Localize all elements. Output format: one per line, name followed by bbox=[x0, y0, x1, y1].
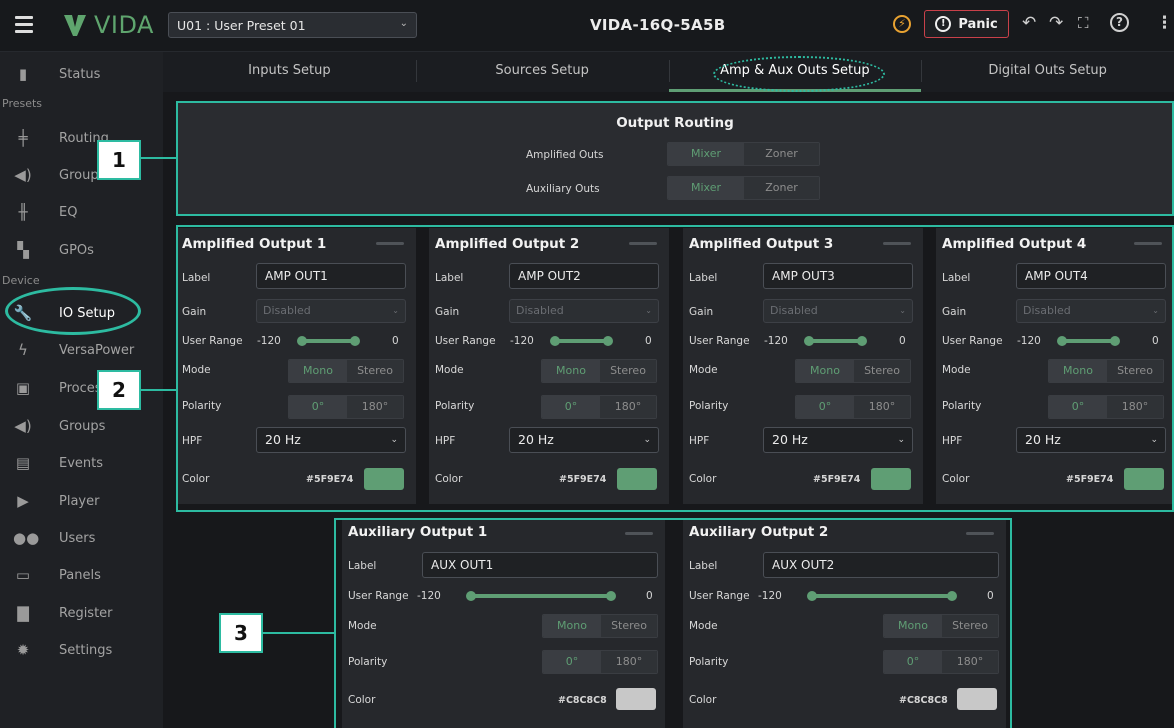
callout-box-2 bbox=[176, 225, 1174, 512]
speaker-icon: ◀) bbox=[14, 417, 32, 435]
speaker-icon: ◀) bbox=[14, 166, 32, 184]
callout-box-1 bbox=[176, 101, 1174, 216]
callout-ellipse-tab bbox=[713, 56, 885, 92]
users-icon: ●● bbox=[13, 529, 40, 547]
sidebar-item-label: Panels bbox=[59, 567, 101, 583]
calendar-icon: ▤ bbox=[15, 454, 31, 472]
sidebar-item-label: GPOs bbox=[59, 242, 94, 258]
sliders-icon: ╫ bbox=[18, 203, 28, 221]
sidebar-item-events[interactable]: ▤ Events bbox=[0, 445, 163, 481]
menu-icon[interactable] bbox=[15, 16, 33, 33]
callout-number-2: 2 bbox=[97, 370, 141, 410]
callout-number-3: 3 bbox=[219, 613, 263, 653]
signpost-icon: ╪ bbox=[18, 129, 28, 147]
lightning-icon: ϟ bbox=[18, 341, 28, 359]
top-bar: VIDA U01 : User Preset 01 ⌄ VIDA-16Q-5A5… bbox=[0, 0, 1174, 52]
sidebar-item-panels[interactable]: ▭ Panels bbox=[0, 557, 163, 593]
callout-ellipse-io-setup bbox=[5, 287, 141, 335]
sidebar-item-label: Register bbox=[59, 605, 113, 621]
sidebar-item-label: Player bbox=[59, 493, 100, 509]
sidebar-item-groups[interactable]: ◀) Groups bbox=[0, 408, 163, 444]
callout-connector-2 bbox=[141, 389, 176, 391]
brand-name: VIDA bbox=[94, 11, 154, 39]
sidebar-item-label: Status bbox=[59, 66, 101, 82]
chevron-down-icon: ⌄ bbox=[399, 18, 408, 29]
preset-select[interactable]: U01 : User Preset 01 ⌄ bbox=[168, 12, 417, 38]
help-icon[interactable]: ? bbox=[1110, 13, 1129, 32]
callout-number-1: 1 bbox=[97, 140, 141, 180]
gear-icon: ✹ bbox=[16, 641, 30, 659]
fullscreen-icon[interactable]: ⛶ bbox=[1078, 14, 1089, 32]
sidebar-item-settings[interactable]: ✹ Settings bbox=[0, 632, 163, 668]
tab-inputs-setup[interactable]: Inputs Setup bbox=[163, 52, 416, 92]
sidebar-section-device: Device bbox=[2, 274, 40, 287]
sidebar-item-label: EQ bbox=[59, 204, 78, 220]
callout-connector-3 bbox=[263, 632, 334, 634]
gpo-icon: ▚ bbox=[17, 241, 29, 259]
callout-connector-1 bbox=[141, 157, 176, 159]
vida-logo: VIDA bbox=[62, 10, 154, 40]
callout-box-3 bbox=[334, 518, 1012, 728]
sidebar-item-status[interactable]: ▮ Status bbox=[0, 56, 163, 92]
alert-icon: ! bbox=[935, 16, 952, 32]
device-name: VIDA-16Q-5A5B bbox=[590, 16, 726, 34]
app-window: VIDA U01 : User Preset 01 ⌄ VIDA-16Q-5A5… bbox=[0, 0, 1174, 728]
logo-mark-icon bbox=[62, 12, 88, 38]
undo-icon[interactable]: ↶ bbox=[1022, 13, 1036, 33]
sidebar-item-versapower[interactable]: ϟ VersaPower bbox=[0, 332, 163, 368]
sidebar-item-users[interactable]: ●● Users bbox=[0, 520, 163, 556]
sidebar-item-label: Users bbox=[59, 530, 96, 546]
tab-digital-outs-setup[interactable]: Digital Outs Setup bbox=[921, 52, 1174, 92]
document-icon: ▇ bbox=[17, 604, 29, 622]
more-options-icon[interactable]: ⋮ bbox=[1156, 13, 1173, 33]
tab-bar: Inputs Setup Sources Setup Amp & Aux Out… bbox=[163, 52, 1174, 92]
play-icon: ▶ bbox=[17, 492, 29, 510]
panel-icon: ▭ bbox=[15, 566, 31, 584]
sidebar-item-player[interactable]: ▶ Player bbox=[0, 483, 163, 519]
sidebar-item-label: VersaPower bbox=[59, 342, 135, 358]
sidebar-item-register[interactable]: ▇ Register bbox=[0, 595, 163, 631]
sidebar-item-label: Events bbox=[59, 455, 104, 471]
sidebar-item-label: Settings bbox=[59, 642, 113, 658]
bar-chart-icon: ▮ bbox=[18, 65, 28, 83]
sidebar-item-gpos[interactable]: ▚ GPOs bbox=[0, 232, 163, 268]
redo-icon[interactable]: ↷ bbox=[1049, 13, 1063, 33]
panic-label: Panic bbox=[958, 16, 998, 32]
sidebar-item-label: Groups bbox=[59, 418, 106, 434]
power-status-icon[interactable]: ⚡ bbox=[893, 15, 911, 33]
panic-button[interactable]: ! Panic bbox=[924, 10, 1009, 38]
preset-select-value: U01 : User Preset 01 bbox=[177, 18, 306, 33]
tab-sources-setup[interactable]: Sources Setup bbox=[415, 52, 669, 92]
sidebar-section-presets: Presets bbox=[2, 97, 43, 110]
chip-icon: ▣ bbox=[15, 379, 31, 397]
sidebar-item-eq[interactable]: ╫ EQ bbox=[0, 194, 163, 230]
